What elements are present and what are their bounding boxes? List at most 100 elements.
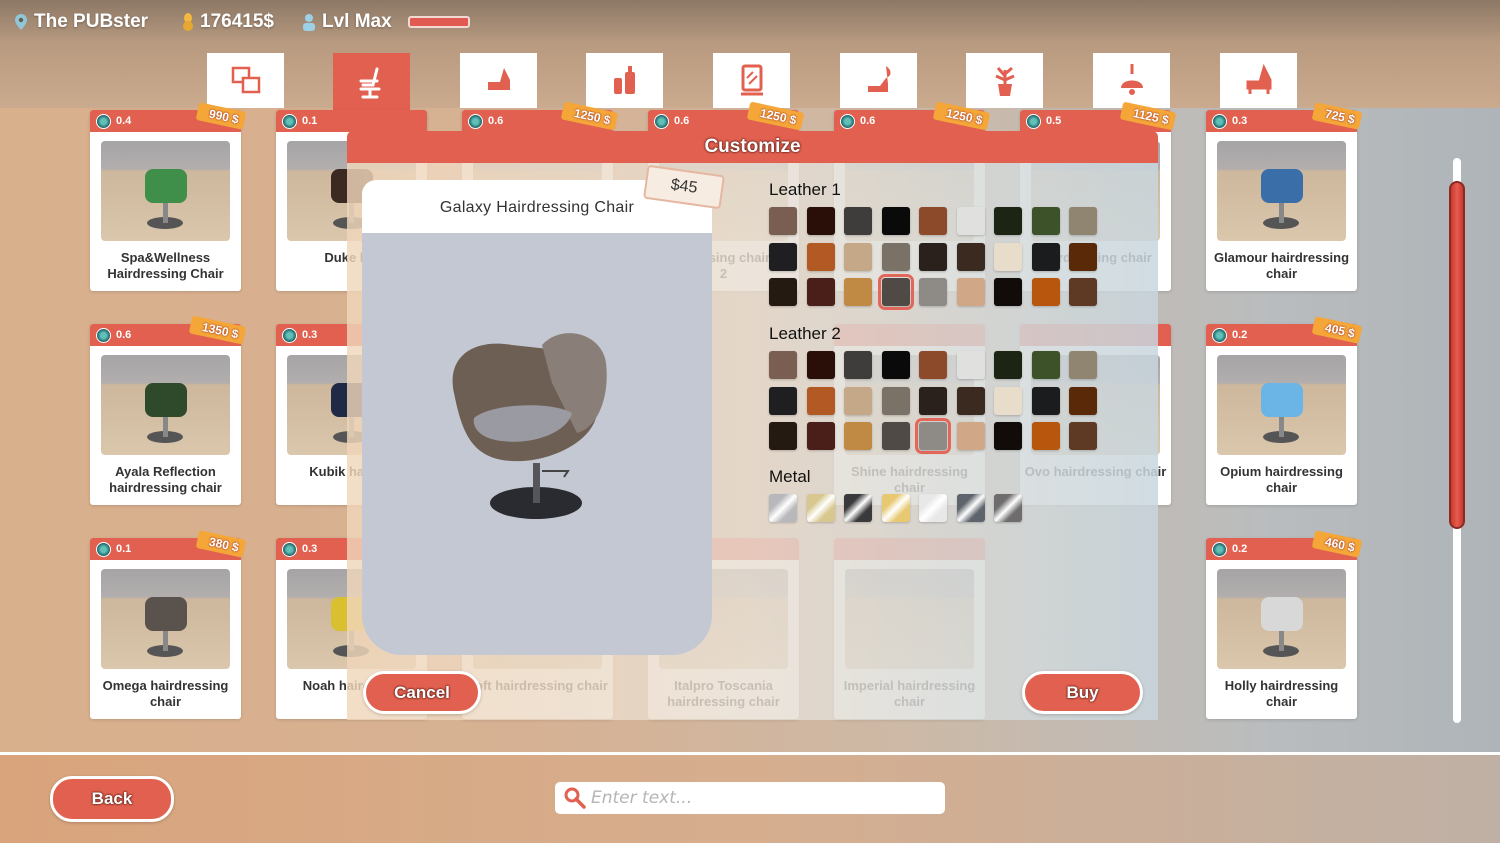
cosmetics-bottles-icon bbox=[613, 65, 635, 94]
gem-icon bbox=[1026, 113, 1041, 129]
color-swatch[interactable] bbox=[994, 278, 1022, 306]
cancel-button[interactable]: Cancel bbox=[363, 671, 481, 714]
color-swatch[interactable] bbox=[769, 242, 797, 271]
color-swatch[interactable] bbox=[1031, 386, 1060, 415]
tab-lamp[interactable] bbox=[1093, 53, 1170, 108]
hairdressing-chair-icon bbox=[359, 67, 380, 99]
color-swatch[interactable] bbox=[806, 494, 835, 522]
rooms-icon bbox=[231, 66, 260, 93]
color-swatch[interactable] bbox=[844, 242, 872, 271]
card-thumbnail bbox=[1217, 141, 1346, 241]
mirror-icon bbox=[740, 64, 763, 95]
color-swatch[interactable] bbox=[1031, 242, 1060, 271]
color-swatch[interactable] bbox=[915, 418, 951, 454]
color-swatch[interactable] bbox=[881, 242, 910, 271]
color-swatch[interactable] bbox=[994, 494, 1022, 522]
color-swatch[interactable] bbox=[881, 422, 910, 450]
scrollbar-thumb[interactable] bbox=[1449, 181, 1465, 529]
color-swatch[interactable] bbox=[994, 207, 1022, 235]
color-swatch[interactable] bbox=[806, 422, 835, 450]
color-swatch[interactable] bbox=[919, 242, 947, 271]
color-swatch[interactable] bbox=[1069, 207, 1097, 235]
sofa-chair-icon bbox=[487, 67, 510, 90]
color-swatch[interactable] bbox=[919, 494, 947, 522]
color-swatch[interactable] bbox=[881, 494, 910, 522]
wash-chair-icon bbox=[867, 65, 890, 92]
color-swatch[interactable] bbox=[769, 351, 797, 379]
color-swatch[interactable] bbox=[806, 386, 835, 415]
color-swatch[interactable] bbox=[844, 422, 872, 450]
color-swatch[interactable] bbox=[844, 278, 872, 306]
color-swatch[interactable] bbox=[956, 386, 985, 415]
item-card[interactable]: 0.4 990 $ Spa&Wellness Hairdressing Chair bbox=[90, 102, 247, 291]
color-swatch[interactable] bbox=[769, 494, 797, 522]
color-swatch[interactable] bbox=[1069, 278, 1097, 306]
color-swatch[interactable] bbox=[769, 278, 797, 306]
tab-plant[interactable] bbox=[966, 53, 1043, 108]
search-box[interactable] bbox=[555, 782, 945, 814]
color-swatch[interactable] bbox=[956, 278, 985, 306]
tab-wash-chair[interactable] bbox=[840, 53, 917, 108]
card-rating: 0.2 bbox=[1232, 543, 1248, 555]
color-swatch[interactable] bbox=[919, 278, 947, 306]
tab-chair[interactable] bbox=[1220, 53, 1297, 108]
back-button[interactable]: Back bbox=[50, 776, 174, 822]
item-card[interactable]: 0.1 380 $ Omega hairdressing chair bbox=[90, 530, 247, 719]
color-swatch[interactable] bbox=[1069, 386, 1097, 415]
item-card[interactable]: 0.2 460 $ Holly hairdressing chair bbox=[1206, 530, 1363, 719]
search-input[interactable] bbox=[591, 788, 931, 808]
color-swatch[interactable] bbox=[806, 278, 835, 306]
color-swatch[interactable] bbox=[881, 386, 910, 415]
color-swatch[interactable] bbox=[956, 207, 985, 235]
color-swatch[interactable] bbox=[1031, 351, 1060, 379]
color-swatch[interactable] bbox=[1069, 351, 1097, 379]
tab-cosmetics-bottles[interactable] bbox=[586, 53, 663, 108]
color-swatch[interactable] bbox=[844, 386, 872, 415]
color-swatch[interactable] bbox=[919, 207, 947, 235]
color-swatch[interactable] bbox=[994, 242, 1022, 271]
item-card[interactable]: 0.3 725 $ Glamour hairdressing chair bbox=[1206, 102, 1363, 291]
item-preview[interactable]: Galaxy Hairdressing Chair bbox=[362, 180, 712, 655]
chair-image bbox=[1261, 597, 1303, 657]
color-swatch[interactable] bbox=[806, 207, 835, 235]
color-swatch[interactable] bbox=[1031, 422, 1060, 450]
tab-mirror[interactable] bbox=[713, 53, 790, 108]
gem-icon bbox=[1212, 541, 1227, 557]
color-swatch[interactable] bbox=[1069, 242, 1097, 271]
color-swatch[interactable] bbox=[844, 494, 872, 522]
tab-sofa-chair[interactable] bbox=[460, 53, 537, 108]
color-swatch[interactable] bbox=[994, 351, 1022, 379]
buy-button[interactable]: Buy bbox=[1022, 671, 1143, 714]
card-rating: 0.6 bbox=[860, 115, 876, 127]
color-swatch[interactable] bbox=[994, 386, 1022, 415]
color-swatch[interactable] bbox=[844, 207, 872, 235]
color-swatch[interactable] bbox=[881, 351, 910, 379]
color-swatch[interactable] bbox=[769, 386, 797, 415]
tab-hairdressing-chair[interactable] bbox=[333, 53, 410, 127]
color-swatch[interactable] bbox=[1031, 207, 1060, 235]
color-swatch[interactable] bbox=[956, 422, 985, 450]
plant-icon bbox=[994, 66, 1015, 96]
gem-icon bbox=[96, 541, 111, 557]
color-swatch[interactable] bbox=[919, 351, 947, 379]
item-card[interactable]: 0.2 405 $ Opium hairdressing chair bbox=[1206, 316, 1363, 505]
color-swatch[interactable] bbox=[956, 242, 985, 271]
color-swatch[interactable] bbox=[956, 494, 985, 522]
color-swatch[interactable] bbox=[919, 386, 947, 415]
color-swatch[interactable] bbox=[994, 422, 1022, 450]
color-swatch[interactable] bbox=[769, 422, 797, 450]
color-swatch[interactable] bbox=[769, 207, 797, 235]
item-card[interactable]: 0.6 1350 $ Ayala Reflection hairdressing c… bbox=[90, 315, 247, 505]
chair-image bbox=[1261, 383, 1303, 443]
tab-rooms[interactable] bbox=[207, 53, 284, 108]
color-swatch[interactable] bbox=[1069, 422, 1097, 450]
coins-icon bbox=[183, 13, 193, 31]
color-swatch[interactable] bbox=[956, 351, 985, 379]
color-swatch[interactable] bbox=[877, 274, 914, 310]
color-swatch[interactable] bbox=[1031, 278, 1060, 306]
color-swatch[interactable] bbox=[806, 242, 835, 271]
chair-image bbox=[1261, 169, 1303, 229]
color-swatch[interactable] bbox=[844, 351, 872, 379]
color-swatch[interactable] bbox=[806, 351, 835, 379]
color-swatch[interactable] bbox=[881, 207, 910, 235]
